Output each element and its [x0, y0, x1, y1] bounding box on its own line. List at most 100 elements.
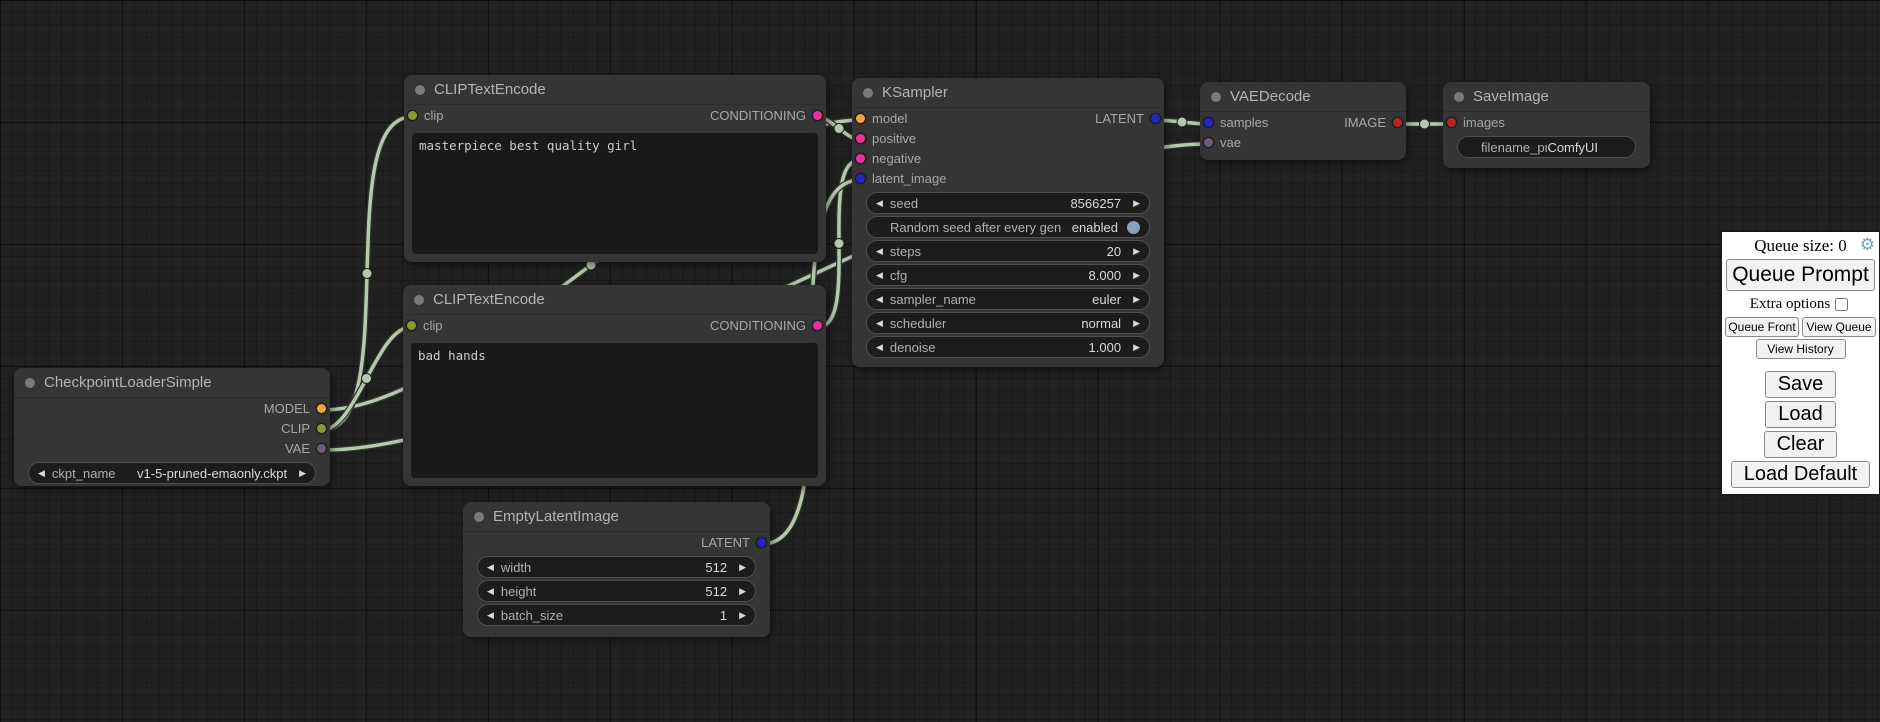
clip-input-port[interactable] — [407, 321, 416, 330]
decrement-arrow-icon[interactable]: ◀ — [876, 271, 883, 280]
collapse-dot[interactable] — [1211, 92, 1221, 102]
settings-gear-icon[interactable]: ⚙ — [1860, 235, 1875, 255]
node-title-bar[interactable]: KSampler — [852, 78, 1164, 108]
widget-random-seed-after-every-gen[interactable]: Random seed after every genenabled — [866, 216, 1150, 238]
input-slot-label: latent_image — [872, 171, 946, 186]
increment-arrow-icon[interactable]: ▶ — [739, 587, 746, 596]
save-button[interactable]: Save — [1765, 371, 1837, 398]
widget-ckpt_name[interactable]: ◀ckpt_namev1-5-pruned-emaonly.ckpt▶ — [28, 462, 316, 484]
increment-arrow-icon[interactable]: ▶ — [1133, 319, 1140, 328]
decrement-arrow-icon[interactable]: ◀ — [876, 247, 883, 256]
load-default-button[interactable]: Load Default — [1731, 461, 1870, 488]
queue-prompt-button[interactable]: Queue Prompt — [1726, 259, 1875, 291]
node-title-label: EmptyLatentImage — [493, 508, 619, 525]
widget-denoise[interactable]: ◀denoise1.000▶ — [866, 336, 1150, 358]
node-title-bar[interactable]: CheckpointLoaderSimple — [14, 368, 330, 398]
positive-input-port[interactable] — [856, 134, 865, 143]
node-title-bar[interactable]: SaveImage — [1443, 82, 1650, 112]
node-vaedecode[interactable]: VAEDecode samplesIMAGEvae — [1200, 82, 1406, 160]
widget-batch_size[interactable]: ◀batch_size1▶ — [477, 604, 756, 626]
collapse-dot[interactable] — [415, 85, 425, 95]
increment-arrow-icon[interactable]: ▶ — [1133, 199, 1140, 208]
slot-row: positive — [852, 128, 1164, 148]
widget-scheduler[interactable]: ◀schedulernormal▶ — [866, 312, 1150, 334]
increment-arrow-icon[interactable]: ▶ — [739, 563, 746, 572]
vae-input-port[interactable] — [1204, 138, 1213, 147]
decrement-arrow-icon[interactable]: ◀ — [876, 199, 883, 208]
input-slot-model: model — [856, 111, 907, 126]
model-input-port[interactable] — [856, 114, 865, 123]
node-title-label: KSampler — [882, 84, 948, 101]
increment-arrow-icon[interactable]: ▶ — [1133, 343, 1140, 352]
MODEL-output-port[interactable] — [317, 404, 326, 413]
node-checkpointloadersimple[interactable]: CheckpointLoaderSimpleMODELCLIPVAE◀ckpt_… — [14, 368, 330, 486]
view-queue-button[interactable]: View Queue — [1802, 317, 1876, 337]
decrement-arrow-icon[interactable]: ◀ — [876, 343, 883, 352]
collapse-dot[interactable] — [25, 378, 35, 388]
node-cliptextencode[interactable]: CLIPTextEncodeclipCONDITIONINGmasterpiec… — [404, 75, 826, 262]
increment-arrow-icon[interactable]: ▶ — [1133, 295, 1140, 304]
node-saveimage[interactable]: SaveImageimagesfilename_prefixComfyUI — [1443, 82, 1650, 168]
LATENT-output-port[interactable] — [1151, 114, 1160, 123]
node-title-label: VAEDecode — [1230, 88, 1311, 105]
prompt-textarea[interactable]: bad hands — [411, 343, 818, 478]
clip-input-port[interactable] — [408, 111, 417, 120]
widget-height[interactable]: ◀height512▶ — [477, 580, 756, 602]
increment-arrow-icon[interactable]: ▶ — [299, 469, 306, 478]
LATENT-output-port[interactable] — [757, 538, 766, 547]
decrement-arrow-icon[interactable]: ◀ — [38, 469, 45, 478]
widget-label: cfg — [890, 268, 907, 283]
slot-rows: samplesIMAGEvae — [1200, 112, 1406, 152]
decrement-arrow-icon[interactable]: ◀ — [487, 611, 494, 620]
input-slot-label: model — [872, 111, 907, 126]
IMAGE-output-port[interactable] — [1393, 118, 1402, 127]
negative-input-port[interactable] — [856, 154, 865, 163]
widget-value: ComfyUI — [1547, 140, 1598, 155]
VAE-output-port[interactable] — [317, 444, 326, 453]
collapse-dot[interactable] — [1454, 92, 1464, 102]
decrement-arrow-icon[interactable]: ◀ — [487, 563, 494, 572]
collapse-dot[interactable] — [863, 88, 873, 98]
view-history-button[interactable]: View History — [1756, 339, 1846, 359]
widget-cfg[interactable]: ◀cfg8.000▶ — [866, 264, 1150, 286]
CONDITIONING-output-port[interactable] — [813, 111, 822, 120]
prompt-textarea[interactable]: masterpiece best quality girl — [412, 133, 818, 254]
decrement-arrow-icon[interactable]: ◀ — [876, 295, 883, 304]
input-slot-label: positive — [872, 131, 916, 146]
clear-button[interactable]: Clear — [1764, 431, 1838, 458]
widget-width[interactable]: ◀width512▶ — [477, 556, 756, 578]
widget-sampler_name[interactable]: ◀sampler_nameeuler▶ — [866, 288, 1150, 310]
increment-arrow-icon[interactable]: ▶ — [1133, 247, 1140, 256]
latent_image-input-port[interactable] — [856, 174, 865, 183]
node-ksampler[interactable]: KSamplermodelLATENTpositivenegativelaten… — [852, 78, 1164, 367]
output-slot-IMAGE: IMAGE — [1344, 115, 1402, 130]
slot-row: negative — [852, 148, 1164, 168]
increment-arrow-icon[interactable]: ▶ — [1133, 271, 1140, 280]
collapse-dot[interactable] — [414, 295, 424, 305]
increment-arrow-icon[interactable]: ▶ — [739, 611, 746, 620]
CLIP-output-port[interactable] — [317, 424, 326, 433]
node-graph-canvas[interactable]: CheckpointLoaderSimpleMODELCLIPVAE◀ckpt_… — [0, 0, 1880, 722]
decrement-arrow-icon[interactable]: ◀ — [487, 587, 494, 596]
widget-seed[interactable]: ◀seed8566257▶ — [866, 192, 1150, 214]
node-title-bar[interactable]: EmptyLatentImage — [463, 502, 770, 532]
samples-input-port[interactable] — [1204, 118, 1213, 127]
CONDITIONING-output-port[interactable] — [813, 321, 822, 330]
extra-options-checkbox[interactable] — [1835, 298, 1848, 311]
widget-label: scheduler — [890, 316, 946, 331]
toggle-knob[interactable] — [1127, 221, 1140, 234]
collapse-dot[interactable] — [474, 512, 484, 522]
load-button[interactable]: Load — [1765, 401, 1836, 428]
widget-label: steps — [890, 244, 921, 259]
node-title-bar[interactable]: CLIPTextEncode — [404, 75, 826, 105]
queue-front-button[interactable]: Queue Front — [1725, 317, 1799, 337]
node-title-bar[interactable]: CLIPTextEncode — [403, 285, 826, 315]
widget-filename_prefix[interactable]: filename_prefixComfyUI — [1457, 136, 1636, 158]
node-cliptextencode[interactable]: CLIPTextEncodeclipCONDITIONINGbad hands — [403, 285, 826, 486]
node-emptylatentimage[interactable]: EmptyLatentImageLATENT◀width512▶◀height5… — [463, 502, 770, 637]
node-title-bar[interactable]: VAEDecode — [1200, 82, 1406, 112]
images-input-port[interactable] — [1447, 118, 1456, 127]
widget-steps[interactable]: ◀steps20▶ — [866, 240, 1150, 262]
output-slot-label: CONDITIONING — [710, 108, 806, 123]
decrement-arrow-icon[interactable]: ◀ — [876, 319, 883, 328]
